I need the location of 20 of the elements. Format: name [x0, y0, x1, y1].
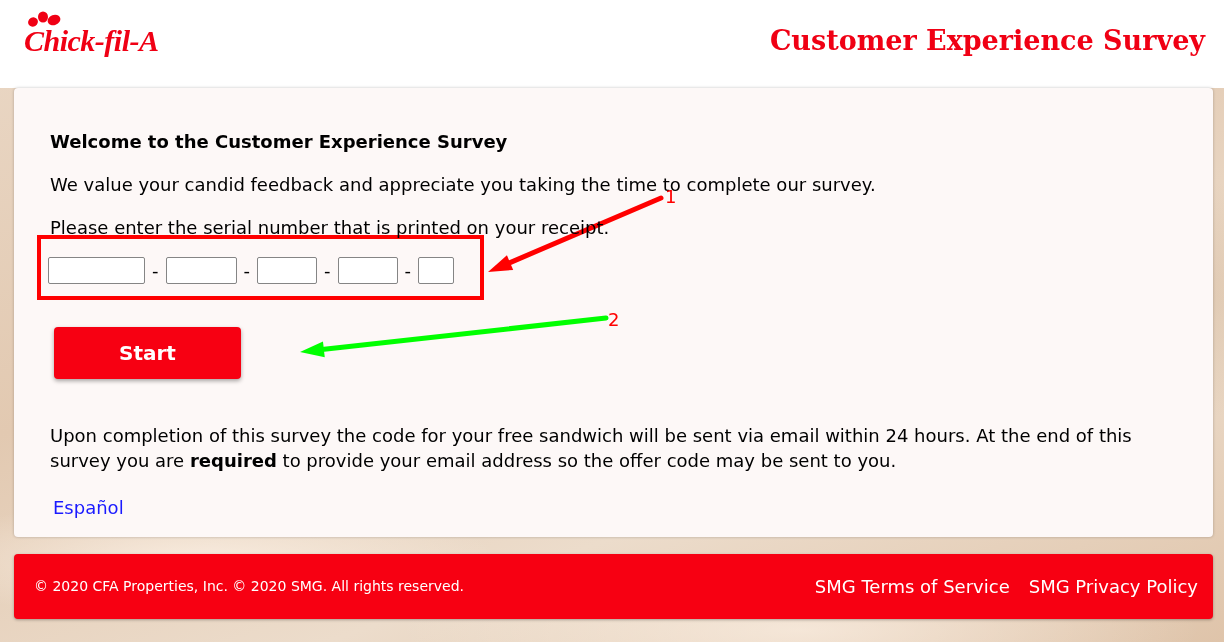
start-button[interactable]: Start [54, 327, 241, 379]
page-title: Customer Experience Survey [769, 24, 1205, 58]
serial-separator: - [243, 260, 250, 281]
serial-input[interactable] [48, 257, 145, 284]
language-link[interactable]: Español [53, 495, 124, 520]
annotation-number: 2 [608, 309, 620, 331]
comb-icon [27, 11, 61, 28]
footer-link[interactable]: SMG Terms of Service [814, 575, 1010, 598]
serial-separator: - [404, 260, 411, 281]
serial-separator: - [324, 260, 331, 281]
welcome-heading: Welcome to the Customer Experience Survey [50, 132, 508, 152]
serial-separator: - [152, 260, 159, 281]
serial-input[interactable] [418, 257, 454, 284]
footer-link[interactable]: SMG Privacy Policy [1028, 575, 1198, 598]
copyright-text: © 2020 CFA Properties, Inc. © 2020 SMG. All rights reserved. [34, 576, 464, 595]
serial-input[interactable] [165, 257, 237, 284]
brand-logo: Chick-fil-A [24, 24, 159, 58]
serial-input[interactable] [337, 257, 398, 284]
serial-input[interactable] [257, 257, 317, 284]
notice-text: Upon completion of this survey the code for your free sandwich will be sent via email within 24 hours. At the end of this survey you are required to provide your email address so the offer code may be sent to you. [50, 424, 1133, 473]
